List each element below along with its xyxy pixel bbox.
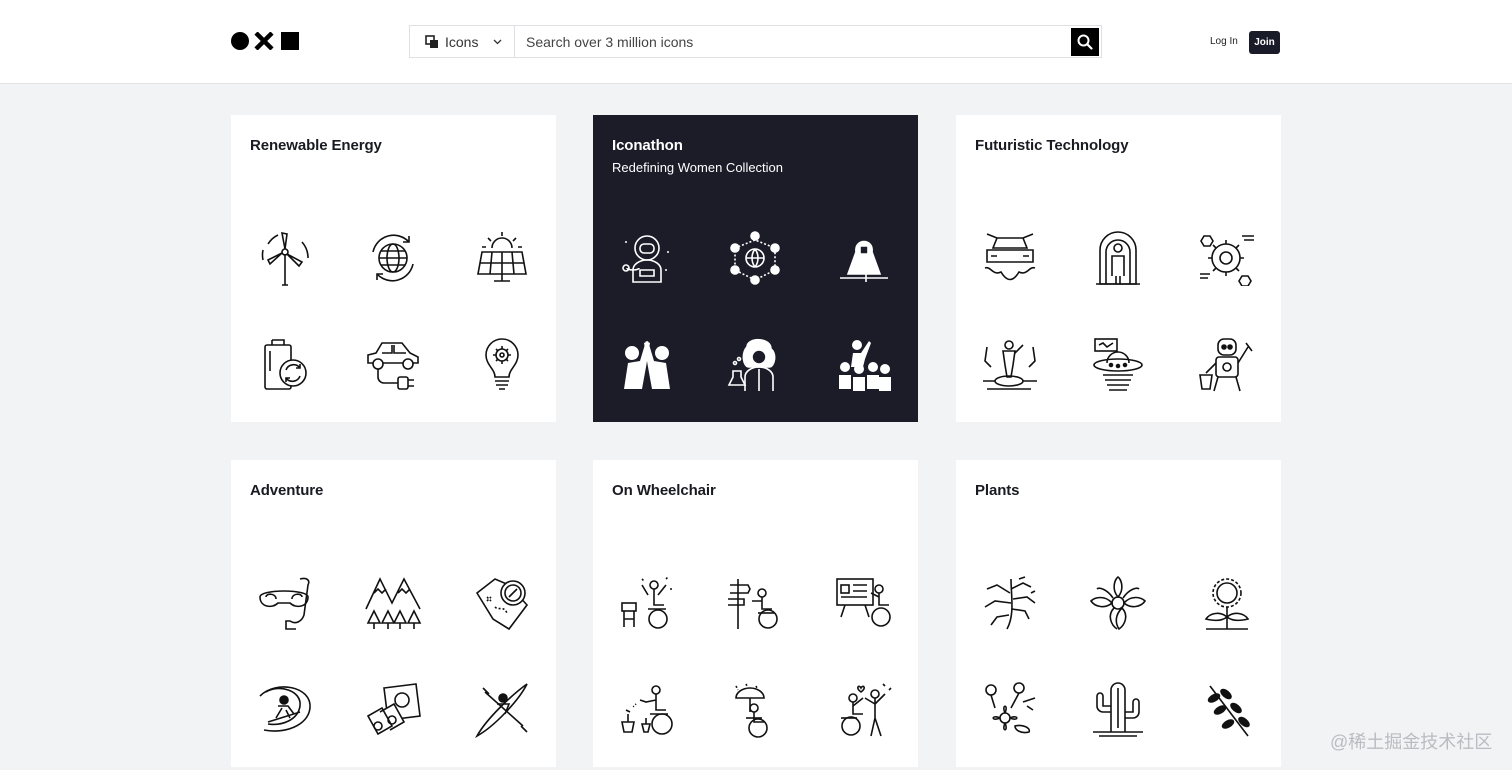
bamboo-branch-icon[interactable]: [980, 573, 1040, 633]
gear-network-icon[interactable]: [1197, 228, 1257, 288]
lightbulb-gear-icon[interactable]: [472, 335, 532, 395]
search-type-label: Icons: [445, 33, 479, 50]
hijab-woman-icon[interactable]: [834, 228, 894, 288]
globe-recycle-icon[interactable]: [363, 228, 423, 288]
battery-recycle-icon[interactable]: [255, 335, 315, 395]
sunflower-icon[interactable]: [1197, 573, 1257, 633]
kayak-icon[interactable]: [472, 680, 532, 740]
collection-card-iconathon[interactable]: Iconathon Redefining Women Collection: [593, 115, 918, 422]
lotus-flower-icon[interactable]: [1088, 573, 1148, 633]
search-icon: [1077, 34, 1093, 50]
snorkel-mask-icon[interactable]: [255, 573, 315, 633]
wheelchair-signpost-icon[interactable]: [725, 573, 785, 633]
flowers-bunch-icon[interactable]: [980, 680, 1040, 740]
wheelchair-cheer-icon[interactable]: [617, 573, 677, 633]
card-title: Plants: [975, 482, 1020, 499]
flying-car-icon[interactable]: [980, 228, 1040, 288]
chevron-down-icon: [493, 39, 502, 44]
logo-icon[interactable]: [231, 32, 299, 50]
electric-car-icon[interactable]: [363, 335, 423, 395]
leafy-branch-icon[interactable]: [1197, 680, 1257, 740]
astronaut-woman-icon[interactable]: [617, 228, 677, 288]
robot-chef-icon[interactable]: [1197, 335, 1257, 395]
collection-card-adventure[interactable]: Adventure: [231, 460, 556, 767]
search-button[interactable]: [1071, 28, 1099, 56]
hologram-person-icon[interactable]: [980, 335, 1040, 395]
women-network-icon[interactable]: [725, 228, 785, 288]
card-title: Renewable Energy: [250, 137, 382, 154]
wheelchair-gardening-icon[interactable]: [617, 680, 677, 740]
wind-turbine-icon[interactable]: [255, 228, 315, 288]
card-title: Iconathon: [612, 137, 683, 154]
high-five-icon[interactable]: [617, 335, 677, 395]
card-title: Adventure: [250, 482, 324, 499]
cactus-icon[interactable]: [1088, 680, 1148, 740]
card-subtitle: Redefining Women Collection: [612, 160, 784, 175]
map-compass-icon[interactable]: [472, 573, 532, 633]
search-input[interactable]: [515, 26, 1071, 57]
collection-card-futuristic-technology[interactable]: Futuristic Technology: [956, 115, 1281, 422]
women-group-icon[interactable]: [834, 335, 894, 395]
search-bar: Icons: [409, 25, 1102, 58]
ufo-icon[interactable]: [1088, 335, 1148, 395]
top-header: Icons Log In Join: [0, 0, 1512, 84]
search-type-select[interactable]: Icons: [410, 26, 515, 57]
watermark: @稀土掘金技术社区: [1330, 732, 1493, 752]
cryo-pod-icon[interactable]: [1088, 228, 1148, 288]
card-title: On Wheelchair: [612, 482, 716, 499]
collection-card-on-wheelchair[interactable]: On Wheelchair: [593, 460, 918, 767]
wheelchair-presentation-icon[interactable]: [834, 573, 894, 633]
surfer-icon[interactable]: [255, 680, 315, 740]
collection-card-plants[interactable]: Plants: [956, 460, 1281, 767]
mountains-forest-icon[interactable]: [363, 573, 423, 633]
passport-binoculars-icon[interactable]: [363, 680, 423, 740]
join-button[interactable]: Join: [1249, 31, 1280, 54]
card-title: Futuristic Technology: [975, 137, 1129, 154]
wheelchair-umbrella-icon[interactable]: [725, 680, 785, 740]
solar-panel-icon[interactable]: [472, 228, 532, 288]
login-link[interactable]: Log In: [1210, 36, 1238, 47]
collection-card-renewable-energy[interactable]: Renewable Energy: [231, 115, 556, 422]
scientist-woman-icon[interactable]: [725, 335, 785, 395]
icons-type-icon: [425, 34, 438, 48]
wheelchair-friends-icon[interactable]: [834, 680, 894, 740]
